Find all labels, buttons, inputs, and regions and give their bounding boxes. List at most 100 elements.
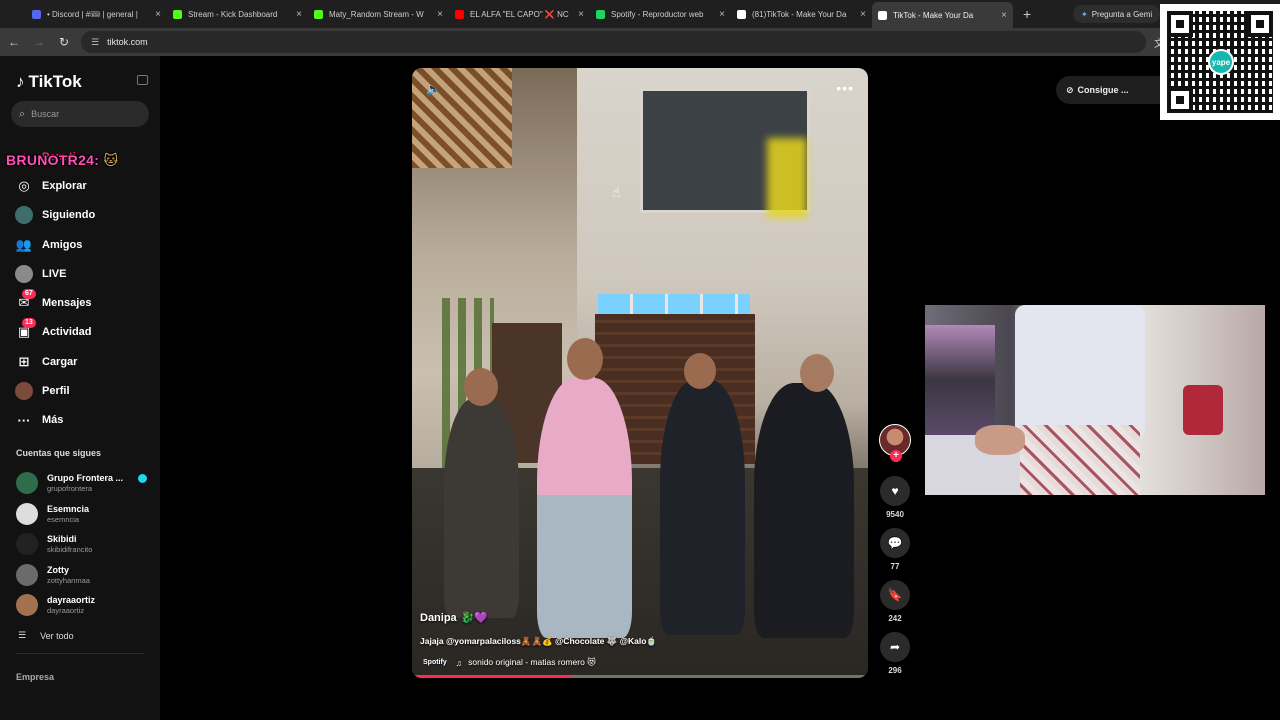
video-player[interactable]: 🔈 ••• ☝ Danipa 🐉💜 Jajaja @yomarpalacilos… [412,68,868,678]
close-tab-icon[interactable]: × [578,9,584,20]
sidebar-item-label: LIVE [42,267,67,280]
footer-empresa-link[interactable]: Empresa [16,672,54,682]
close-tab-icon[interactable]: × [1001,10,1007,21]
music-title[interactable]: sonido original - matias romero 😻 [468,657,596,668]
tab-favicon-icon [32,9,41,19]
comment-button[interactable]: 💬 [880,528,910,558]
account-username: esemncia [47,514,80,524]
share-button[interactable]: ➦ [880,632,910,662]
sidebar-item-amigos[interactable]: 👥 Amigos [14,230,95,259]
search-box[interactable]: ⌕ [11,101,149,127]
get-app-button[interactable]: ⊘ Consigue ... [1056,76,1176,104]
video-person-2 [537,378,632,638]
sidebar-item-cargar[interactable]: ⊞ Cargar [14,347,95,376]
video-scene-glass [598,294,750,316]
following-account[interactable]: Grupo Frontera ... grupofrontera [16,468,148,499]
sidebar-item-siguiendo[interactable]: Siguiendo [14,201,95,230]
following-account[interactable]: Esemncia esemncia [16,499,147,530]
save-count: 242 [888,614,902,623]
sidebar-item-explorar[interactable]: ◎ Explorar [14,171,95,200]
mouse-cursor-icon: ☝ [612,184,621,200]
account-name: dayraaortiz [47,595,96,606]
following-section-title: Cuentas que sigues [16,448,102,458]
close-tab-icon[interactable]: × [155,9,161,20]
author-name[interactable]: Danipa [420,612,457,624]
see-all-button[interactable]: ☰ Ver todo [18,630,74,641]
account-name: Grupo Frontera ... [47,473,124,484]
close-tab-icon[interactable]: × [860,9,866,20]
site-info-icon[interactable]: ☰ [91,37,99,48]
account-avatar [16,594,38,617]
video-actions: + ♥ 9540 💬 77 🔖 242 ➦ 296 [878,424,912,678]
video-author[interactable]: Danipa 🐉💜 [420,611,860,625]
sidebar-item-mensajes[interactable]: ✉ 67 Mensajes [14,288,95,317]
tab-title: Spotify - Reproductor web [611,9,704,19]
follow-plus-icon[interactable]: + [890,450,902,462]
like-button[interactable]: ♥ [880,476,910,506]
browser-tab[interactable]: Stream - Kick Dashboard × [167,3,308,25]
tab-favicon-icon [455,9,464,19]
following-account[interactable]: Zotty zottyhanmaa [16,560,147,591]
sidebar-item-mas[interactable]: ··· Más [14,406,95,435]
sidebar-item-label: Actividad [42,326,92,339]
browser-tab[interactable]: Spotify - Reproductor web × [590,3,731,25]
browser-tab[interactable]: • Discord | #🎟 | general | × [26,3,167,25]
account-avatar [16,502,38,525]
like-count: 9540 [886,510,904,519]
search-input[interactable] [31,109,132,119]
video-description: Jajaja @yomarpalaciloss🧸🧸💰 @Chocolate 🐺 … [420,636,657,646]
verified-icon [138,473,148,483]
gemini-label: Pregunta a Gemi [1091,9,1153,19]
following-account[interactable]: dayraaortiz dayraaortiz [16,590,147,621]
sidebar-item-label: Cargar [42,355,78,368]
tab-title: TikTok - Make Your Da [893,10,974,20]
back-button[interactable]: ← [3,35,25,49]
main-menu: ⌂ Para ti ◎ Explorar Siguiendo 👥 Amigos LIVE ✉ 67… [14,142,95,435]
tiktok-logo[interactable]: ♪ TikTok [16,72,82,92]
close-tab-icon[interactable]: × [437,9,443,20]
sidebar-item-actividad[interactable]: ▣ 13 Actividad [14,318,95,347]
creator-avatar[interactable]: + [879,424,911,462]
webcam-shelf [925,325,995,435]
account-username: zottyhanmaa [47,575,90,585]
following-account[interactable]: Skibidi skibidifrancito [16,529,147,560]
close-tab-icon[interactable]: × [719,9,725,20]
activity-icon: ▣ 13 [14,318,36,342]
account-name-row: dayraaortiz [47,595,95,605]
video-progress-bar[interactable] [412,675,868,678]
sidebar-item-label: Mensajes [42,297,92,310]
live-avatar [14,264,34,284]
compass-icon: ◎ [18,177,30,193]
forward-button[interactable]: → [28,35,50,49]
reload-button[interactable]: ↻ [53,35,75,49]
sidebar-item-live[interactable]: LIVE [14,259,95,288]
sidebar-item-label: Siguiendo [42,209,96,222]
tab-favicon-icon [596,9,605,19]
browser-tab[interactable]: Maty_Random Stream - W × [308,3,449,25]
collapse-sidebar-icon[interactable] [137,75,148,85]
account-avatar [16,472,38,495]
new-tab-button[interactable]: + [1023,6,1043,22]
more-options-icon[interactable]: ••• [836,80,854,96]
sidebar-item-perfil[interactable]: Perfil [14,376,95,405]
spotify-tag[interactable]: Spotify [420,658,450,667]
volume-icon[interactable]: 🔈 [426,82,441,96]
browser-tab[interactable]: TikTok - Make Your Da × [872,2,1013,28]
address-bar[interactable]: ☰ tiktok.com [81,31,1146,53]
browser-tab[interactable]: (81)TikTok - Make Your Da × [731,3,872,25]
video-head-4 [800,354,834,392]
sidebar-item-label: Más [42,414,64,427]
tab-title: Stream - Kick Dashboard [188,9,278,19]
video-person-1 [444,398,519,618]
account-avatar [16,563,38,586]
video-music[interactable]: Spotify ♫ sonido original - matias romer… [420,657,860,668]
tab-title: (81)TikTok - Make Your Da [752,9,847,19]
save-button[interactable]: 🔖 [880,580,910,610]
account-name-row: Skibidi [47,534,92,544]
gemini-button[interactable]: ✦ Pregunta a Gemi [1073,5,1161,23]
share-icon: ➦ [889,640,901,654]
sidebar-divider [16,653,144,654]
messages-icon: ✉ 67 [14,289,36,313]
browser-tab[interactable]: EL ALFA "EL CAPO" ❌ NC × [449,3,590,25]
close-tab-icon[interactable]: × [296,9,302,20]
